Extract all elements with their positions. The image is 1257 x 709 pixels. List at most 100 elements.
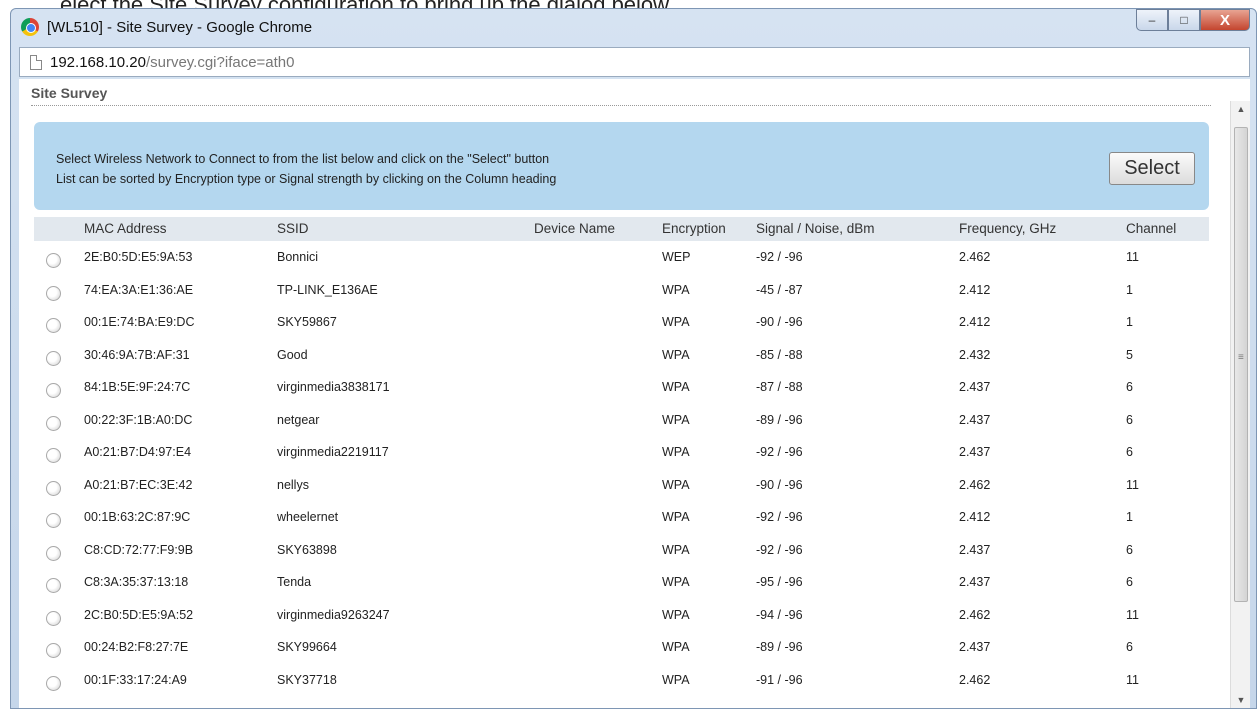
- cell-signal: -92 / -96: [756, 510, 803, 524]
- table-row[interactable]: A0:21:B7:D4:97:E4 virginmedia2219117 WPA -9…: [34, 436, 1209, 469]
- cell-mac: 00:1E:74:BA:E9:DC: [84, 315, 195, 329]
- radio-button[interactable]: [46, 578, 61, 593]
- cell-encryption: WPA: [662, 315, 690, 329]
- cell-encryption: WPA: [662, 510, 690, 524]
- table-row[interactable]: 30:46:9A:7B:AF:31 Good WPA -85 / -88 2.432 5: [34, 339, 1209, 372]
- radio-button[interactable]: [46, 545, 61, 561]
- close-button[interactable]: X: [1200, 9, 1250, 31]
- info-line-2: List can be sorted by Encryption type or…: [56, 172, 557, 186]
- radio-button[interactable]: [46, 318, 61, 333]
- cell-frequency: 2.412: [959, 282, 991, 297]
- cell-ssid: SKY59867: [277, 315, 337, 329]
- cell-signal: -45 / -87: [756, 282, 803, 297]
- info-box: Select Wireless Network to Connect to fr…: [34, 122, 1209, 210]
- window-controls: – □ X: [1136, 9, 1250, 31]
- radio-button[interactable]: [46, 513, 61, 528]
- cell-frequency: 2.437: [959, 640, 991, 654]
- table-row[interactable]: A0:21:B7:EC:3E:42 nellys WPA -90 / -96 2.462…: [34, 469, 1209, 502]
- cell-channel: 6: [1126, 445, 1133, 459]
- cell-mac: 2E:B0:5D:E5:9A:53: [84, 250, 193, 264]
- cell-mac: C8:3A:35:37:13:18: [84, 575, 189, 589]
- cell-encryption: WPA: [662, 672, 690, 687]
- cell-signal: -90 / -96: [756, 315, 803, 329]
- window-title: [WL510] - Site Survey - Google Chrome: [47, 18, 313, 36]
- radio-button[interactable]: [46, 350, 61, 366]
- cell-frequency: 2.437: [959, 380, 991, 394]
- radio-button[interactable]: [46, 610, 61, 626]
- table-row[interactable]: 74:EA:3A:E1:36:AE TP-LINK_E136AE WPA -45 / …: [34, 274, 1209, 307]
- cell-channel: 11: [1126, 250, 1139, 264]
- cell-frequency: 2.412: [959, 315, 991, 329]
- header-signal[interactable]: Signal / Noise, dBm: [756, 221, 875, 236]
- cell-frequency: 2.437: [959, 445, 991, 459]
- table-row[interactable]: 2E:B0:5D:E5:9A:53 Bonnici WEP -92 / -96 2.46…: [34, 241, 1209, 274]
- scroll-down-arrow-icon[interactable]: ▼: [1231, 692, 1250, 708]
- select-button[interactable]: Select: [1109, 152, 1195, 185]
- radio-button[interactable]: [46, 480, 61, 496]
- cell-encryption: WPA: [662, 477, 690, 492]
- header-ssid[interactable]: SSID: [277, 221, 309, 236]
- page-title: Site Survey: [31, 85, 108, 101]
- header-device-name[interactable]: Device Name: [534, 221, 615, 236]
- cell-mac: 74:EA:3A:E1:36:AE: [84, 282, 194, 297]
- url[interactable]: 192.168.10.20/survey.cgi?iface=ath0: [50, 54, 295, 71]
- scroll-up-arrow-icon[interactable]: ▲: [1231, 101, 1250, 117]
- table-row[interactable]: 00:24:B2:F8:27:7E SKY99664 WPA -89 / -96 2.4…: [34, 631, 1209, 664]
- cell-signal: -90 / -96: [756, 477, 803, 492]
- table-row[interactable]: C8:3A:35:37:13:18 Tenda WPA -95 / -96 2.437 6: [34, 566, 1209, 599]
- cell-encryption: WPA: [662, 412, 690, 427]
- cell-frequency: 2.462: [959, 672, 991, 687]
- title-bar[interactable]: [WL510] - Site Survey - Google Chrome – …: [11, 9, 1256, 45]
- maximize-button[interactable]: □: [1168, 9, 1200, 31]
- cell-ssid: SKY37718: [277, 672, 337, 687]
- table-row[interactable]: C8:CD:72:77:F9:9B SKY63898 WPA -92 / -96 2.4…: [34, 534, 1209, 567]
- cell-signal: -91 / -96: [756, 672, 803, 687]
- cell-channel: 6: [1126, 542, 1133, 557]
- cell-signal: -95 / -96: [756, 575, 803, 589]
- address-bar[interactable]: 192.168.10.20/survey.cgi?iface=ath0: [19, 47, 1250, 77]
- minimize-button[interactable]: –: [1136, 9, 1168, 31]
- partial-row: [34, 696, 1209, 708]
- radio-button[interactable]: [46, 253, 61, 268]
- table-row[interactable]: 00:1F:33:17:24:A9 SKY37718 WPA -91 / -96 2.4…: [34, 664, 1209, 697]
- radio-button[interactable]: [46, 285, 61, 301]
- cell-channel: 11: [1126, 477, 1139, 492]
- cell-encryption: WPA: [662, 282, 690, 297]
- browser-window: [WL510] - Site Survey - Google Chrome – …: [10, 8, 1257, 709]
- table-row[interactable]: 84:1B:5E:9F:24:7C virginmedia3838171 WPA -8…: [34, 371, 1209, 404]
- header-frequency[interactable]: Frequency, GHz: [959, 221, 1056, 236]
- radio-button[interactable]: [46, 383, 61, 398]
- scroll-thumb[interactable]: ≡: [1234, 127, 1248, 602]
- cell-channel: 11: [1126, 607, 1139, 622]
- cell-frequency: 2.437: [959, 412, 991, 427]
- cell-signal: -89 / -96: [756, 640, 803, 654]
- cell-ssid: virginmedia2219117: [277, 445, 389, 459]
- header-channel[interactable]: Channel: [1126, 221, 1176, 236]
- radio-button[interactable]: [46, 415, 61, 431]
- table-row[interactable]: 00:1E:74:BA:E9:DC SKY59867 WPA -90 / -96 2.4…: [34, 306, 1209, 339]
- radio-button[interactable]: [46, 448, 61, 463]
- cell-mac: 84:1B:5E:9F:24:7C: [84, 380, 191, 394]
- cell-mac: 2C:B0:5D:E5:9A:52: [84, 607, 194, 622]
- cell-mac: C8:CD:72:77:F9:9B: [84, 542, 194, 557]
- cell-signal: -92 / -96: [756, 445, 803, 459]
- cell-mac: 00:24:B2:F8:27:7E: [84, 640, 189, 654]
- header-mac[interactable]: MAC Address: [84, 221, 167, 236]
- cell-channel: 6: [1126, 640, 1133, 654]
- cell-mac: A0:21:B7:D4:97:E4: [84, 445, 192, 459]
- cell-mac: 30:46:9A:7B:AF:31: [84, 347, 190, 362]
- cell-encryption: WPA: [662, 607, 690, 622]
- cell-mac: A0:21:B7:EC:3E:42: [84, 477, 193, 492]
- cell-signal: -94 / -96: [756, 607, 803, 622]
- table-row[interactable]: 00:22:3F:1B:A0:DC netgear WPA -89 / -96 2.43…: [34, 404, 1209, 437]
- cell-ssid: Bonnici: [277, 250, 318, 264]
- table-row[interactable]: 2C:B0:5D:E5:9A:52 virginmedia9263247 WPA -9…: [34, 599, 1209, 632]
- cell-channel: 5: [1126, 347, 1133, 362]
- table-row[interactable]: 00:1B:63:2C:87:9C wheelernet WPA -92 / -96 2…: [34, 501, 1209, 534]
- radio-button[interactable]: [46, 675, 61, 691]
- scrollbar[interactable]: ▲ ≡ ▼: [1230, 101, 1250, 708]
- header-encryption[interactable]: Encryption: [662, 221, 726, 236]
- cell-ssid: netgear: [277, 412, 320, 427]
- table-body: 2E:B0:5D:E5:9A:53 Bonnici WEP -92 / -96 2.46…: [34, 241, 1209, 696]
- radio-button[interactable]: [46, 643, 61, 658]
